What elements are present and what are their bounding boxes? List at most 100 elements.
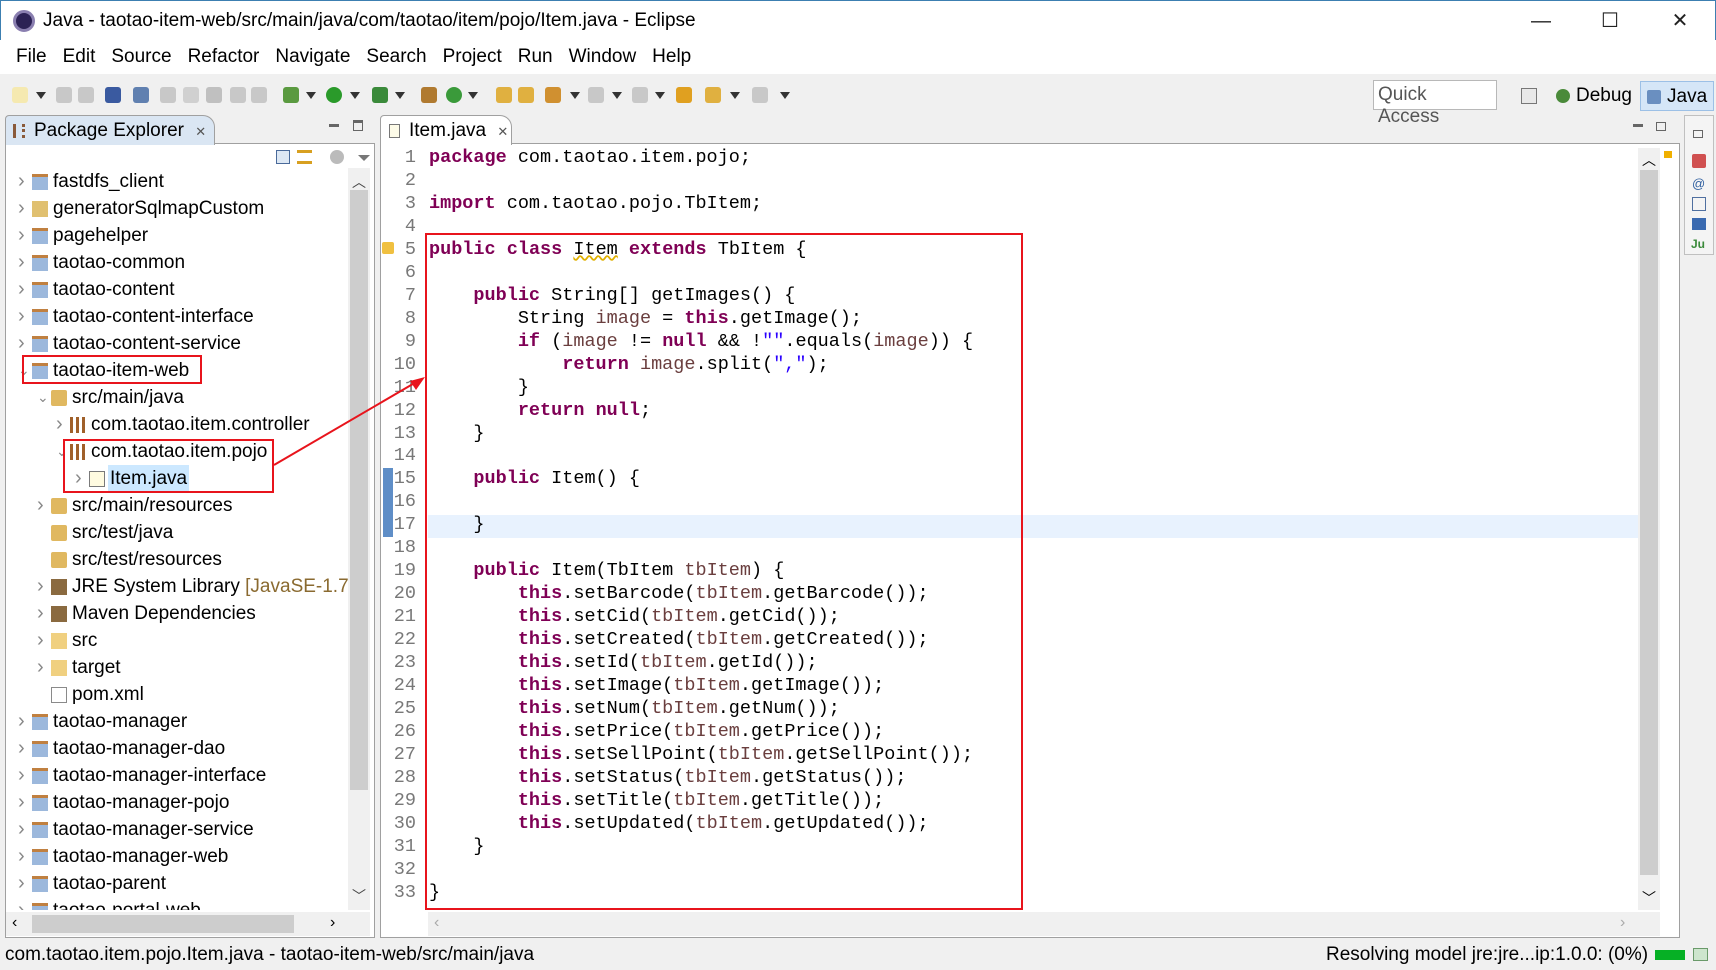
menu-help[interactable]: Help (644, 40, 699, 74)
chevron-right-icon[interactable]: › (18, 789, 25, 816)
menu-search[interactable]: Search (358, 40, 434, 74)
scroll-down-icon[interactable]: ﹀ (352, 886, 366, 906)
chevron-right-icon[interactable]: › (18, 249, 25, 276)
close-tab-icon[interactable]: ✕ (497, 124, 508, 139)
chevron-right-icon[interactable]: › (18, 870, 25, 897)
open-type-icon[interactable] (496, 87, 512, 103)
dropdown-arrow-icon[interactable] (612, 92, 622, 99)
edit-icon[interactable] (183, 87, 199, 103)
tree-item[interactable]: › generatorSqlmapCustom (6, 195, 346, 222)
menu-edit[interactable]: Edit (55, 40, 104, 74)
code-line[interactable]: package com.taotao.item.pojo; (429, 146, 751, 169)
tree-item[interactable]: › target (6, 654, 346, 681)
scroll-right-icon[interactable]: › (330, 914, 335, 932)
chevron-right-icon[interactable]: › (18, 195, 25, 222)
forward-icon[interactable] (752, 87, 768, 103)
chevron-right-icon[interactable]: › (18, 816, 25, 843)
last-edit-icon[interactable] (676, 87, 692, 103)
tree-item[interactable]: src/test/java (6, 519, 346, 546)
perspective-debug[interactable]: Debug (1550, 81, 1638, 111)
block-selection-icon[interactable] (230, 87, 246, 103)
maximize-editor-button[interactable] (1656, 122, 1666, 131)
dropdown-arrow-icon[interactable] (306, 92, 316, 99)
terminal-icon[interactable] (105, 87, 121, 103)
scroll-left-icon[interactable]: ‹ (12, 914, 17, 932)
perspective-java[interactable]: Java (1640, 81, 1715, 111)
progress-view-icon[interactable] (1693, 948, 1708, 961)
tree-item[interactable]: pom.xml (6, 681, 346, 708)
dropdown-arrow-icon[interactable] (36, 92, 46, 99)
run-icon[interactable] (326, 87, 342, 103)
new-class-icon[interactable] (446, 87, 462, 103)
save-all-icon[interactable] (78, 87, 94, 103)
scroll-up-icon[interactable]: ︿ (1642, 150, 1656, 170)
menu-refactor[interactable]: Refactor (180, 40, 268, 74)
maximize-button[interactable]: ☐ (1587, 7, 1633, 35)
tree-item[interactable]: › taotao-manager-pojo (6, 789, 346, 816)
tree-item[interactable]: › taotao-manager-dao (6, 735, 346, 762)
tab-item-java[interactable]: Item.java ✕ (380, 115, 512, 145)
scrollbar-thumb[interactable] (32, 915, 294, 933)
skip-breakpoints-icon[interactable] (133, 87, 149, 103)
run-external-icon[interactable] (372, 87, 388, 103)
tree-item[interactable]: › src/main/resources (6, 492, 346, 519)
minimize-editor-button[interactable] (1633, 124, 1643, 127)
tree-item[interactable]: › taotao-manager-service (6, 816, 346, 843)
chevron-right-icon[interactable]: › (18, 735, 25, 762)
tab-package-explorer[interactable]: Package Explorer ✕ (5, 115, 215, 145)
view-menu-icon[interactable] (358, 155, 370, 161)
chevron-right-icon[interactable]: › (18, 708, 25, 735)
chevron-right-icon[interactable]: › (18, 303, 25, 330)
chevron-right-icon[interactable]: › (37, 654, 44, 681)
link-with-editor-icon[interactable] (297, 150, 312, 164)
menu-run[interactable]: Run (510, 40, 561, 74)
editor-horizontal-scrollbar[interactable]: ‹ › (428, 912, 1660, 936)
open-task-icon[interactable] (518, 87, 534, 103)
scroll-down-icon[interactable]: ﹀ (1642, 888, 1656, 908)
scroll-left-icon[interactable]: ‹ (434, 914, 439, 932)
open-perspective-icon[interactable] (1521, 88, 1537, 104)
chevron-right-icon[interactable]: › (18, 843, 25, 870)
prev-annotation-icon[interactable] (632, 87, 648, 103)
next-annotation-icon[interactable] (588, 87, 604, 103)
collapse-all-icon[interactable] (276, 150, 290, 164)
tree-item[interactable]: ⌄ src/main/java (6, 384, 346, 411)
save-icon[interactable] (56, 87, 72, 103)
menu-source[interactable]: Source (103, 40, 179, 74)
back-icon[interactable] (705, 87, 721, 103)
chevron-right-icon[interactable]: › (18, 897, 25, 910)
tree-item[interactable]: › src (6, 627, 346, 654)
code-line[interactable]: import com.taotao.pojo.TbItem; (429, 192, 762, 215)
menu-window[interactable]: Window (561, 40, 645, 74)
tree-item[interactable]: › pagehelper (6, 222, 346, 249)
tree-vertical-scrollbar[interactable]: ︿ ﹀ (348, 168, 370, 910)
filter-icon[interactable] (330, 150, 344, 164)
dropdown-arrow-icon[interactable] (655, 92, 665, 99)
junit-view-icon[interactable]: Ju (1691, 237, 1705, 251)
chevron-right-icon[interactable]: › (18, 762, 25, 789)
tree-item[interactable]: › fastdfs_client (6, 168, 346, 195)
tree-item[interactable]: › taotao-parent (6, 870, 346, 897)
chevron-right-icon[interactable]: › (37, 492, 44, 519)
menu-navigate[interactable]: Navigate (267, 40, 358, 74)
annotation-icon[interactable] (160, 87, 176, 103)
chevron-down-icon[interactable]: ⌄ (37, 384, 49, 411)
mark-occurrences-icon[interactable] (206, 87, 222, 103)
tree-item[interactable]: › taotao-content-service (6, 330, 346, 357)
dropdown-arrow-icon[interactable] (780, 92, 790, 99)
tree-item[interactable]: › JRE System Library [JavaSE-1.7] (6, 573, 348, 600)
dropdown-arrow-icon[interactable] (395, 92, 405, 99)
tree-item[interactable]: › taotao-manager-interface (6, 762, 346, 789)
tree-item[interactable]: src/test/resources (6, 546, 346, 573)
chevron-right-icon[interactable]: › (37, 600, 44, 627)
console-view-icon[interactable] (1692, 218, 1706, 230)
new-java-project-icon[interactable] (421, 87, 437, 103)
javadoc-view-icon[interactable]: @ (1692, 176, 1705, 191)
close-tab-icon[interactable]: ✕ (195, 124, 206, 139)
menu-file[interactable]: File (8, 40, 55, 74)
scroll-up-icon[interactable]: ︿ (352, 172, 366, 192)
tree-item[interactable]: › taotao-portal-web (6, 897, 346, 910)
dropdown-arrow-icon[interactable] (468, 92, 478, 99)
scrollbar-thumb[interactable] (350, 190, 368, 790)
debug-icon[interactable] (283, 87, 299, 103)
